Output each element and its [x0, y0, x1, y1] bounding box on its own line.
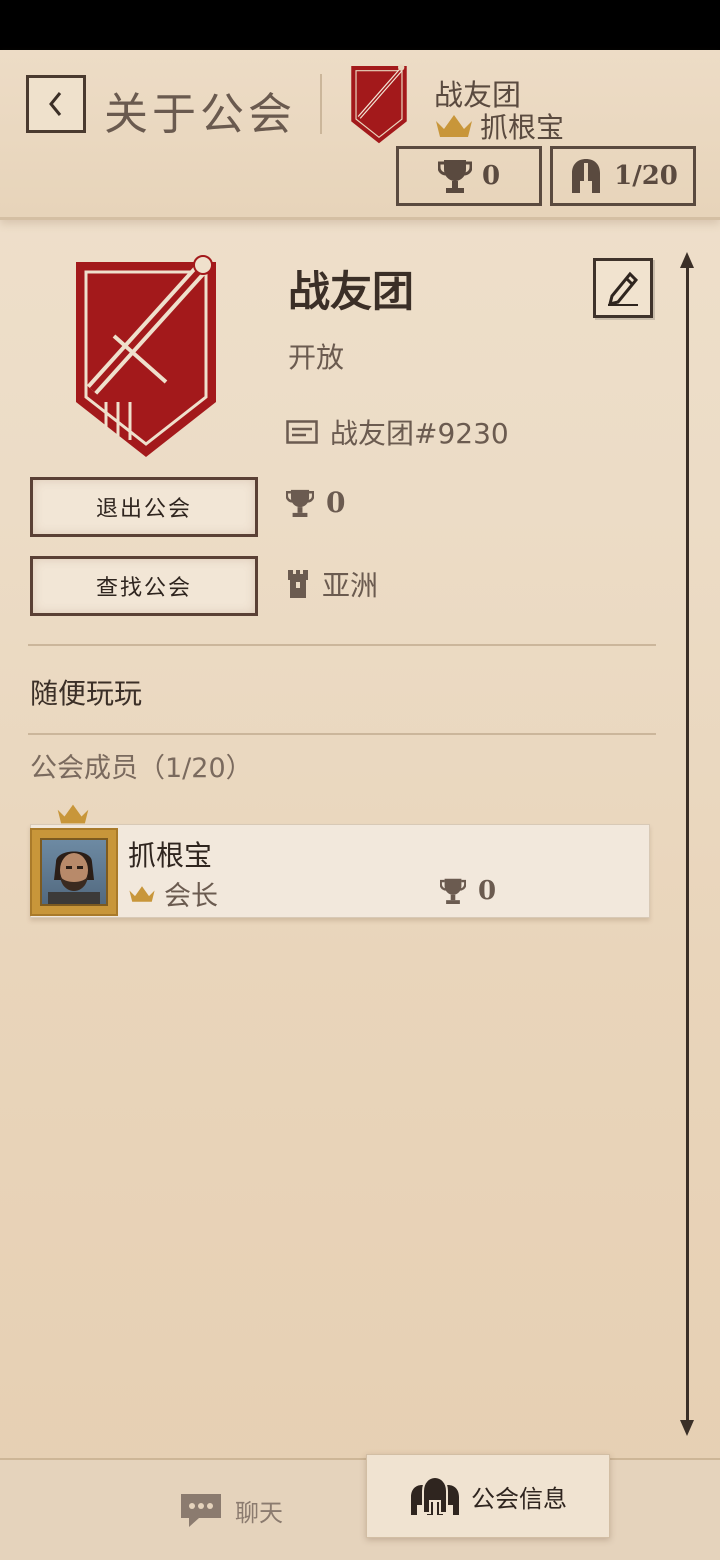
member-stat-value: 1/20	[614, 161, 678, 191]
guild-region: 亚洲	[322, 569, 379, 602]
member-stat-box[interactable]: 1/20	[550, 146, 696, 206]
header-leader: 抓根宝	[434, 106, 564, 146]
member-trophy-value: 0	[478, 876, 497, 906]
pencil-icon	[607, 271, 639, 306]
tab-chat[interactable]: 聊天	[100, 1460, 360, 1560]
header-leader-name: 抓根宝	[480, 111, 565, 144]
trophy-stat-box[interactable]: 0	[396, 146, 542, 206]
edit-button[interactable]	[593, 258, 653, 318]
tab-chat-label: 聊天	[235, 1498, 283, 1527]
guild-emblem-large-icon	[76, 255, 216, 457]
scrollbar[interactable]	[686, 260, 689, 1428]
member-trophy: 0	[440, 876, 496, 906]
guild-info-page: 关于公会 战友团 抓根宝 0 1/20 战友团 开放 战友团#9230 0 亚洲…	[0, 50, 720, 1560]
guild-trophy-row: 0	[286, 486, 345, 519]
member-role: 会长	[128, 874, 218, 913]
guild-status: 开放	[288, 341, 345, 374]
member-role-label: 会长	[164, 881, 218, 912]
crown-icon	[129, 885, 155, 902]
title-divider	[320, 74, 322, 134]
divider	[28, 644, 656, 646]
members-heading: 公会成员（1/20）	[30, 753, 253, 784]
helmet-icon	[572, 159, 601, 193]
leave-guild-button[interactable]: 退出公会	[30, 477, 258, 537]
guild-emblem-icon	[351, 64, 407, 144]
trophy-icon	[440, 878, 466, 904]
bottom-tab-bar: 聊天 公会信息	[0, 1454, 720, 1560]
tab-guild-info[interactable]: 公会信息	[366, 1454, 610, 1538]
avatar	[40, 838, 108, 906]
helmets-icon	[411, 1475, 459, 1515]
chevron-left-icon	[49, 92, 62, 116]
crown-icon	[436, 115, 472, 137]
trophy-icon	[286, 489, 314, 517]
guild-id: 战友团#9230	[330, 417, 509, 450]
tab-guild-info-label: 公会信息	[471, 1484, 567, 1513]
id-card-icon	[286, 420, 318, 444]
trophy-stat-value: 0	[481, 161, 501, 191]
header: 关于公会 战友团 抓根宝 0 1/20	[0, 50, 720, 220]
guild-id-row: 战友团#9230	[286, 412, 509, 452]
guild-name: 战友团	[288, 267, 415, 316]
scroll-down-arrow-icon[interactable]	[680, 1420, 694, 1436]
tower-icon	[288, 570, 308, 598]
trophy-icon	[437, 160, 472, 193]
page-title: 关于公会	[104, 89, 296, 140]
guild-description: 随便玩玩	[30, 677, 143, 710]
divider	[28, 733, 656, 735]
warrior-portrait-icon	[48, 851, 100, 904]
chat-bubble-icon	[181, 1494, 221, 1527]
find-guild-button[interactable]: 查找公会	[30, 556, 258, 616]
guild-trophy-value: 0	[326, 486, 346, 519]
member-name: 抓根宝	[128, 839, 213, 872]
status-bar	[0, 0, 720, 50]
member-avatar-frame[interactable]	[30, 828, 118, 916]
guild-region-row: 亚洲	[286, 564, 378, 604]
back-button[interactable]	[26, 75, 86, 133]
crown-icon	[57, 804, 89, 824]
member-row[interactable]	[30, 824, 650, 918]
